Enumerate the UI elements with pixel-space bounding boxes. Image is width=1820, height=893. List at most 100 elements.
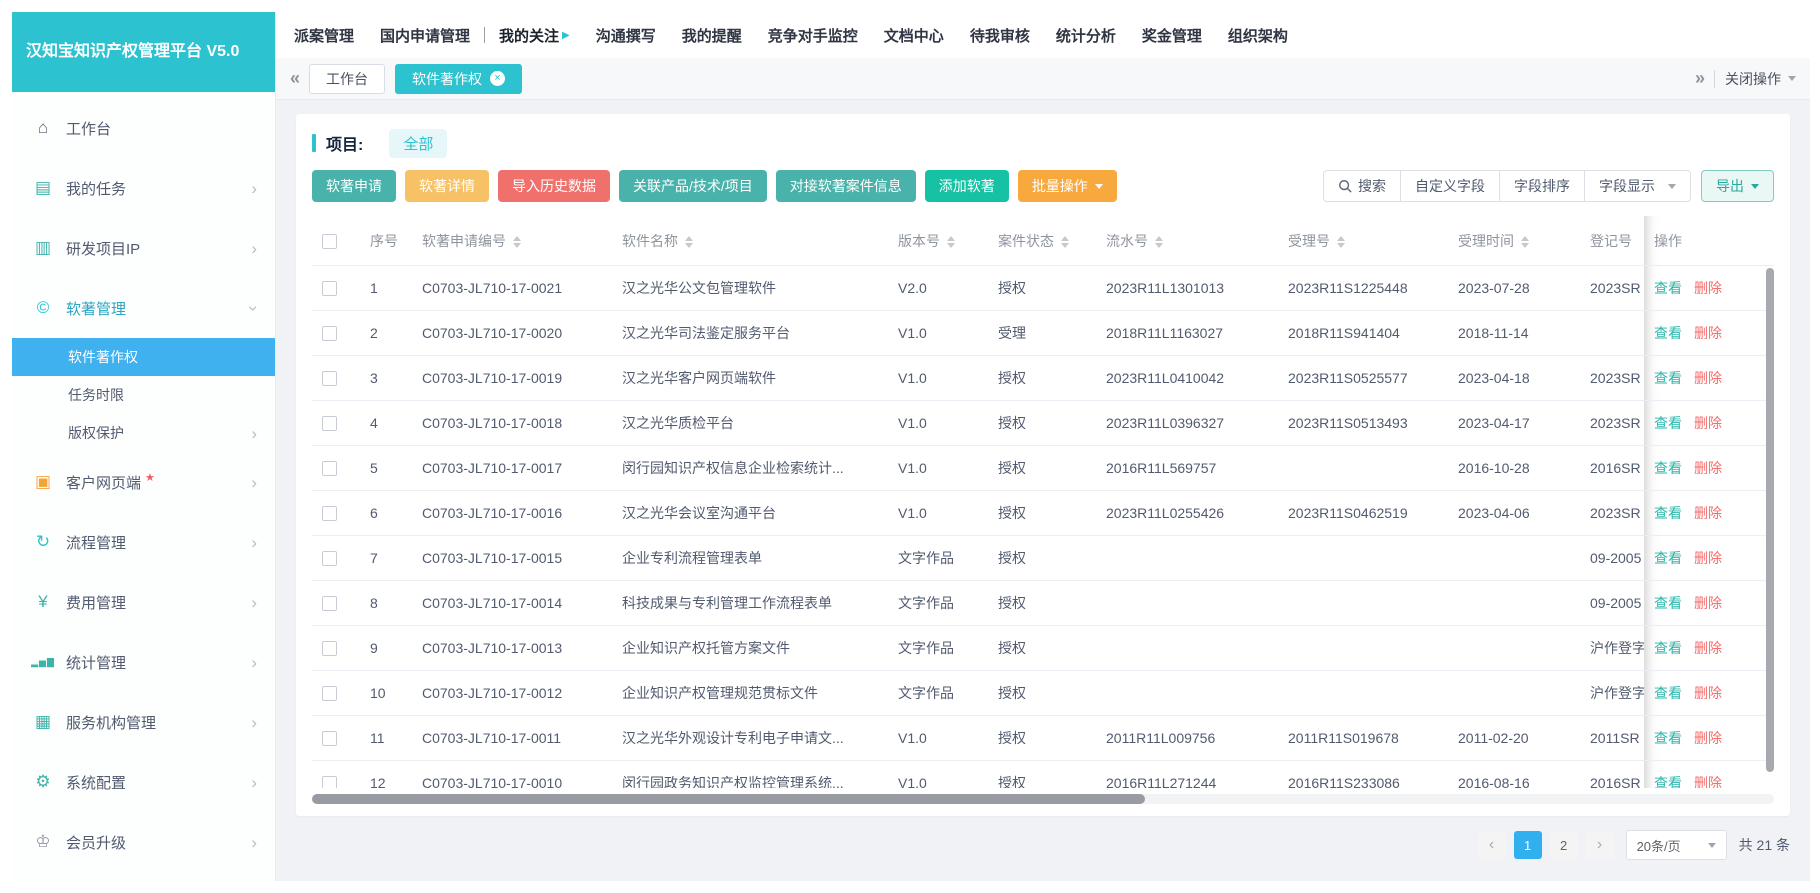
row-checkbox[interactable]: [322, 551, 337, 566]
sort-icons[interactable]: [685, 236, 693, 248]
column-header-name[interactable]: 软件名称: [612, 216, 888, 266]
nav-item-my-follow[interactable]: 我的关注▶: [499, 25, 570, 46]
sidebar-item-rd-project-ip[interactable]: ▥ 研发项目IP ›: [12, 218, 275, 278]
delete-link[interactable]: 删除: [1694, 505, 1722, 521]
row-checkbox[interactable]: [322, 506, 337, 521]
close-operations-dropdown[interactable]: 关闭操作: [1725, 69, 1796, 89]
delete-link[interactable]: 删除: [1694, 775, 1722, 788]
sort-icons[interactable]: [1061, 236, 1069, 248]
delete-link[interactable]: 删除: [1694, 640, 1722, 656]
sidebar-subitem-software-copyright[interactable]: 软件著作权: [12, 338, 275, 376]
row-checkbox[interactable]: [322, 596, 337, 611]
column-header-accept-no[interactable]: 受理号: [1278, 216, 1448, 266]
view-link[interactable]: 查看: [1654, 775, 1682, 788]
prev-page-button[interactable]: ‹: [1478, 831, 1506, 859]
software-copyright-detail-button[interactable]: 软著详情: [405, 170, 489, 202]
row-checkbox[interactable]: [322, 641, 337, 656]
sidebar-item-fee-mgmt[interactable]: ¥ 费用管理 ›: [12, 572, 275, 632]
sidebar-item-process-mgmt[interactable]: ↻ 流程管理 ›: [12, 512, 275, 572]
column-header-reg-no[interactable]: 登记号: [1580, 216, 1644, 266]
delete-link[interactable]: 删除: [1694, 370, 1722, 386]
custom-fields-button[interactable]: 自定义字段: [1400, 170, 1500, 202]
row-checkbox[interactable]: [322, 281, 337, 296]
sidebar-item-service-agency-mgmt[interactable]: ▦ 服务机构管理 ›: [12, 692, 275, 752]
page-size-select[interactable]: 20条/页: [1626, 830, 1727, 860]
page-1-button[interactable]: 1: [1514, 831, 1542, 859]
sidebar-item-workbench[interactable]: ⌂ 工作台: [12, 98, 275, 158]
nav-item-document-center[interactable]: 文档中心: [884, 25, 944, 46]
project-filter-all[interactable]: 全部: [389, 129, 447, 158]
column-header-version[interactable]: 版本号: [888, 216, 988, 266]
sidebar-subitem-task-time-limit[interactable]: 任务时限: [12, 376, 275, 414]
batch-operations-dropdown[interactable]: 批量操作: [1018, 170, 1117, 202]
nav-item-pending-my-review[interactable]: 待我审核: [970, 25, 1030, 46]
delete-link[interactable]: 删除: [1694, 730, 1722, 746]
row-checkbox[interactable]: [322, 731, 337, 746]
vertical-scrollbar[interactable]: [1766, 268, 1774, 772]
view-link[interactable]: 查看: [1654, 550, 1682, 566]
page-2-button[interactable]: 2: [1550, 831, 1578, 859]
import-history-data-button[interactable]: 导入历史数据: [498, 170, 610, 202]
sort-icons[interactable]: [1155, 236, 1163, 248]
link-product-tech-project-button[interactable]: 关联产品/技术/项目: [619, 170, 767, 202]
view-link[interactable]: 查看: [1654, 415, 1682, 431]
view-link[interactable]: 查看: [1654, 370, 1682, 386]
delete-link[interactable]: 删除: [1694, 280, 1722, 296]
delete-link[interactable]: 删除: [1694, 550, 1722, 566]
view-link[interactable]: 查看: [1654, 505, 1682, 521]
view-link[interactable]: 查看: [1654, 280, 1682, 296]
column-header-status[interactable]: 案件状态: [988, 216, 1096, 266]
row-checkbox[interactable]: [322, 326, 337, 341]
row-checkbox[interactable]: [322, 416, 337, 431]
field-display-dropdown[interactable]: 字段显示: [1584, 170, 1691, 202]
nav-item-my-reminders[interactable]: 我的提醒: [682, 25, 742, 46]
sidebar-item-client-web[interactable]: ▣ 客户网页端 ★ ›: [12, 452, 275, 512]
view-link[interactable]: 查看: [1654, 730, 1682, 746]
delete-link[interactable]: 删除: [1694, 595, 1722, 611]
tab-workbench[interactable]: 工作台: [309, 64, 385, 94]
sort-icons[interactable]: [1337, 236, 1345, 248]
software-copyright-apply-button[interactable]: 软著申请: [312, 170, 396, 202]
connect-case-info-button[interactable]: 对接软著案件信息: [776, 170, 916, 202]
tab-software-copyright[interactable]: 软件著作权 ×: [395, 64, 522, 94]
column-header-accept-time[interactable]: 受理时间: [1448, 216, 1580, 266]
sidebar-item-member-upgrade[interactable]: ♔ 会员升级 ›: [12, 812, 275, 872]
sort-icons[interactable]: [1521, 236, 1529, 248]
row-checkbox[interactable]: [322, 686, 337, 701]
nav-item-bonus-management[interactable]: 奖金管理: [1142, 25, 1202, 46]
view-link[interactable]: 查看: [1654, 640, 1682, 656]
sidebar-item-my-tasks[interactable]: ▤ 我的任务 ›: [12, 158, 275, 218]
nav-item-statistics-analysis[interactable]: 统计分析: [1056, 25, 1116, 46]
column-header-serial[interactable]: 流水号: [1096, 216, 1278, 266]
expand-tabs-icon[interactable]: »: [1695, 68, 1704, 89]
close-tab-icon[interactable]: ×: [490, 71, 505, 86]
column-header-app-no[interactable]: 软著申请编号: [412, 216, 612, 266]
sidebar-item-statistics-mgmt[interactable]: ▂▅▇ 统计管理 ›: [12, 632, 275, 692]
search-button[interactable]: 搜索: [1323, 170, 1401, 202]
delete-link[interactable]: 删除: [1694, 325, 1722, 341]
delete-link[interactable]: 删除: [1694, 415, 1722, 431]
row-checkbox[interactable]: [322, 776, 337, 788]
select-all-checkbox[interactable]: [322, 234, 337, 249]
nav-item-competitor-monitoring[interactable]: 竞争对手监控: [768, 25, 858, 46]
collapse-tabs-icon[interactable]: «: [290, 68, 299, 89]
horizontal-scrollbar[interactable]: [312, 794, 1145, 804]
next-page-button[interactable]: ›: [1586, 831, 1614, 859]
view-link[interactable]: 查看: [1654, 325, 1682, 341]
sort-icons[interactable]: [513, 236, 521, 248]
nav-item-domestic-application[interactable]: 国内申请管理: [380, 25, 470, 46]
view-link[interactable]: 查看: [1654, 460, 1682, 476]
sidebar-subitem-copyright-protection[interactable]: 版权保护 ›: [12, 414, 275, 452]
sort-icons[interactable]: [947, 236, 955, 248]
view-link[interactable]: 查看: [1654, 685, 1682, 701]
sidebar-item-system-config[interactable]: ⚙ 系统配置 ›: [12, 752, 275, 812]
delete-link[interactable]: 删除: [1694, 460, 1722, 476]
nav-item-communication-writing[interactable]: 沟通撰写: [596, 25, 656, 46]
nav-item-org-structure[interactable]: 组织架构: [1228, 25, 1288, 46]
delete-link[interactable]: 删除: [1694, 685, 1722, 701]
row-checkbox[interactable]: [322, 461, 337, 476]
row-checkbox[interactable]: [322, 371, 337, 386]
view-link[interactable]: 查看: [1654, 595, 1682, 611]
nav-item-case-dispatch[interactable]: 派案管理: [294, 25, 354, 46]
sidebar-item-software-copyright-mgmt[interactable]: © 软著管理 ›: [12, 278, 275, 338]
